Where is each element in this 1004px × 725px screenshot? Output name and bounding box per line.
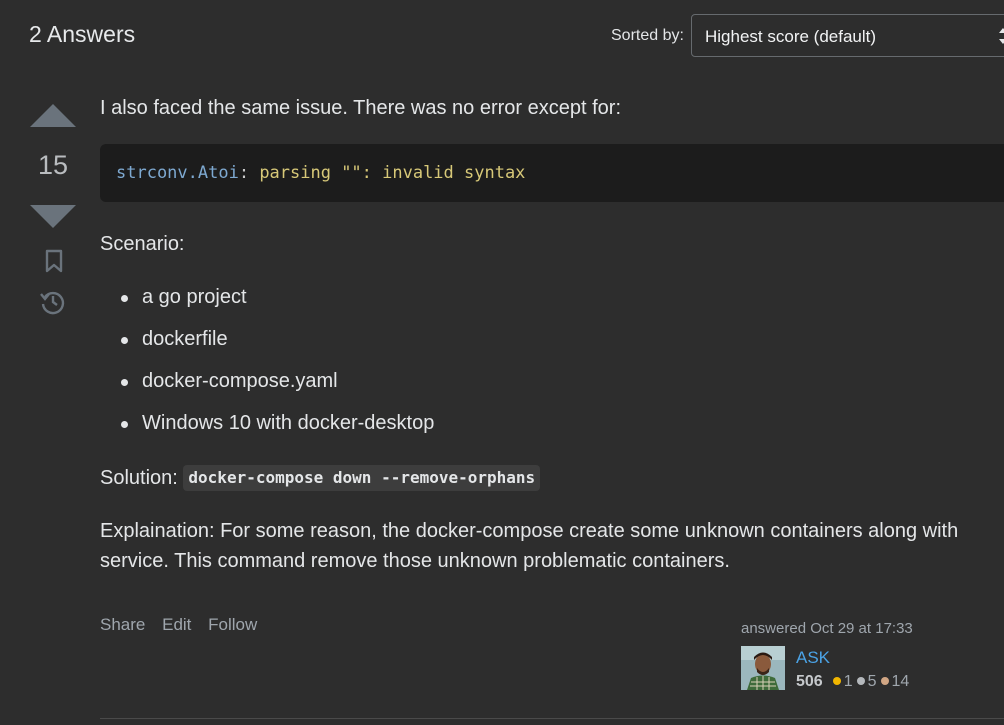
edit-link[interactable]: Edit <box>162 615 191 634</box>
share-link[interactable]: Share <box>100 615 145 634</box>
code-block: strconv.Atoi: parsing "": invalid syntax <box>100 144 1004 202</box>
sort-select-value: Highest score (default) <box>705 27 877 46</box>
solution-command: docker-compose down --remove-orphans <box>183 465 541 491</box>
bronze-badge-icon <box>880 677 889 685</box>
sort-label: Sorted by: <box>611 27 684 44</box>
avatar[interactable] <box>741 646 785 690</box>
upvote-button[interactable] <box>30 103 76 129</box>
vote-count: 15 <box>37 150 69 180</box>
list-item: Windows 10 with docker-desktop <box>100 409 434 451</box>
silver-badge-count: 5 <box>867 673 877 690</box>
answers-count-heading: 2 Answers <box>29 21 136 47</box>
scenario-list: a go project dockerfile docker-compose.y… <box>100 283 434 451</box>
bookmark-icon[interactable] <box>42 248 66 274</box>
list-item: dockerfile <box>100 325 434 367</box>
avatar-image <box>741 646 785 690</box>
downvote-button[interactable] <box>30 203 76 229</box>
reputation-score: 506 <box>796 673 823 690</box>
code-function: strconv.Atoi <box>116 163 239 183</box>
gold-badge-icon <box>832 677 841 685</box>
answers-section: 2 Answers Sorted by: Highest score (defa… <box>0 0 1004 725</box>
divider <box>100 718 1004 719</box>
scenario-heading: Scenario: <box>100 233 185 255</box>
explanation-paragraph: Explaination: For some reason, the docke… <box>100 520 959 572</box>
history-icon[interactable] <box>39 288 67 316</box>
post-menu: Share Edit Follow <box>100 615 269 635</box>
silver-badge-icon <box>856 677 865 685</box>
chevron-updown-icon <box>999 28 1004 44</box>
answer-intro: I also faced the same issue. There was n… <box>100 97 621 119</box>
answered-timestamp[interactable]: answered Oct 29 at 17:33 <box>741 620 913 637</box>
gold-badge-count: 1 <box>843 673 853 690</box>
user-name-link[interactable]: ASK <box>796 648 830 668</box>
sort-select[interactable]: Highest score (default) <box>691 14 1004 57</box>
list-item: docker-compose.yaml <box>100 367 434 409</box>
list-item: a go project <box>100 283 434 325</box>
code-line: strconv.Atoi: parsing "": invalid syntax <box>116 163 525 183</box>
solution-label: Solution: <box>100 467 178 489</box>
solution-paragraph: Solution: docker-compose down --remove-o… <box>100 463 541 493</box>
code-message: parsing "": invalid syntax <box>249 163 526 183</box>
code-colon: : <box>238 163 250 183</box>
user-reputation: 506 1 5 14 <box>796 673 909 691</box>
bronze-badge-count: 14 <box>891 673 910 690</box>
follow-link[interactable]: Follow <box>208 615 257 634</box>
